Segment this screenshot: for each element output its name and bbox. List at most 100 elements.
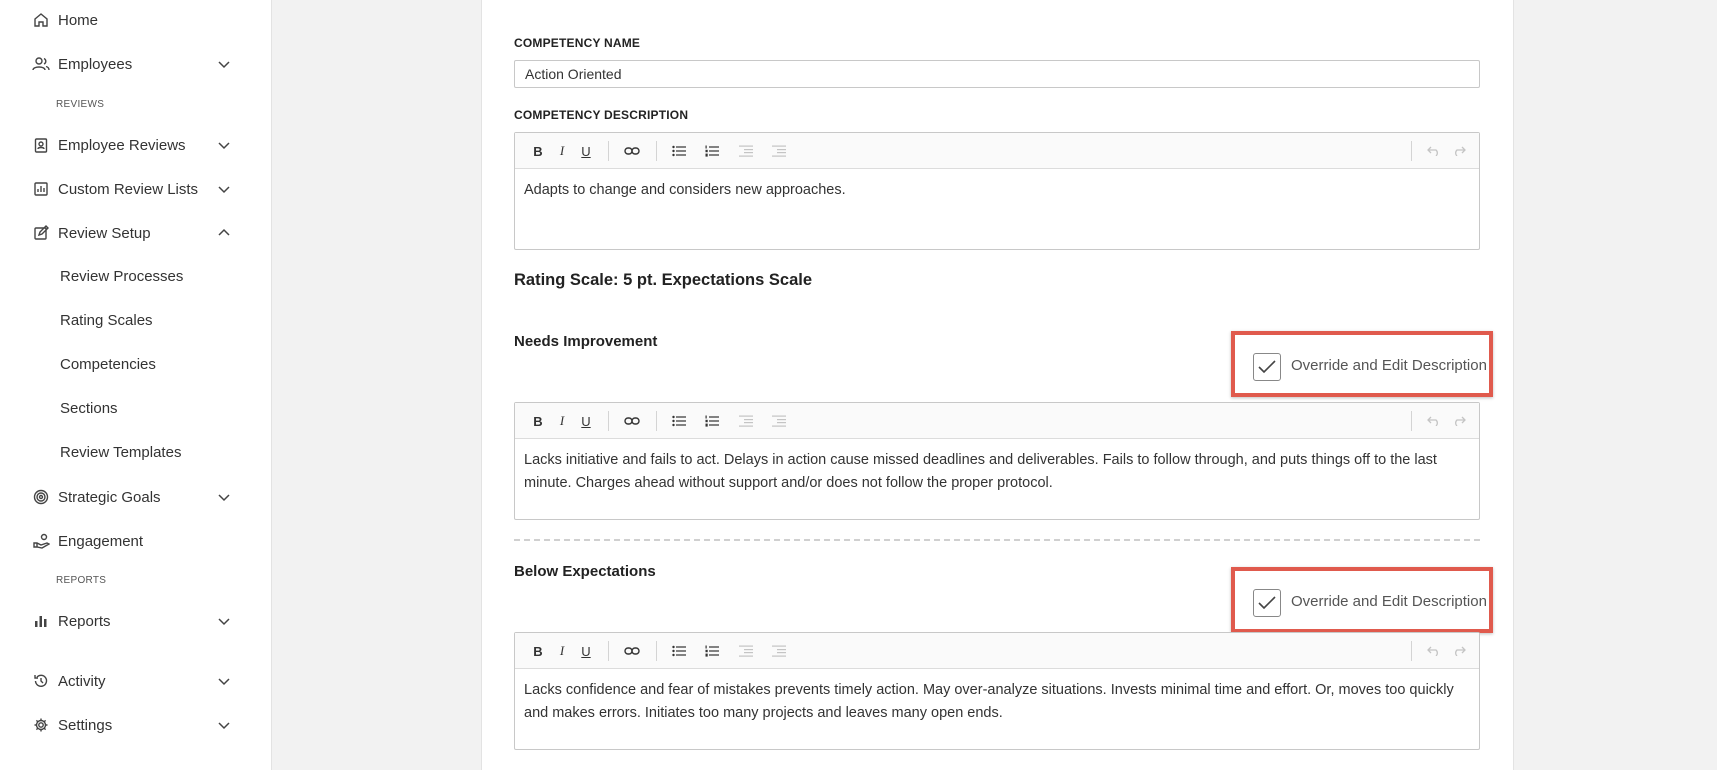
sidebar-item-employee-reviews[interactable]: Employee Reviews — [32, 131, 232, 159]
bullet-list-icon[interactable] — [670, 642, 688, 660]
sidebar-subitem-review-processes[interactable]: Review Processes — [60, 268, 183, 285]
outdent-icon[interactable] — [737, 412, 755, 430]
bold-button[interactable]: B — [529, 412, 547, 430]
sidebar-item-strategic-goals[interactable]: Strategic Goals — [32, 483, 232, 511]
toolbar-divider — [656, 641, 657, 661]
section-label-reviews: REVIEWS — [56, 99, 105, 110]
undo-icon[interactable] — [1425, 412, 1443, 430]
sidebar-item-label: Engagement — [58, 532, 144, 550]
override-checkbox-label[interactable]: Override and Edit Description — [1291, 593, 1487, 610]
indent-icon[interactable] — [770, 642, 788, 660]
chevron-down-icon[interactable] — [216, 489, 232, 505]
toolbar-divider — [1411, 141, 1412, 161]
sidebar-item-label: Strategic Goals — [58, 488, 161, 506]
toolbar-divider — [1411, 411, 1412, 431]
redo-icon[interactable] — [1450, 412, 1468, 430]
sidebar-item-review-setup[interactable]: Review Setup — [32, 219, 232, 247]
chevron-down-icon[interactable] — [216, 613, 232, 629]
editor-toolbar: B I U — [515, 133, 1479, 169]
undo-icon[interactable] — [1425, 142, 1443, 160]
link-icon[interactable] — [623, 412, 641, 430]
sidebar-item-reports[interactable]: Reports — [32, 607, 232, 635]
override-checkbox[interactable] — [1253, 589, 1281, 617]
sidebar-item-label: Activity — [58, 672, 106, 690]
edit-square-icon — [32, 224, 50, 242]
sidebar-item-label: Review Setup — [58, 224, 151, 242]
chevron-down-icon[interactable] — [216, 181, 232, 197]
toolbar-divider — [656, 141, 657, 161]
numbered-list-icon[interactable] — [703, 412, 721, 430]
outdent-icon[interactable] — [737, 142, 755, 160]
toolbar-divider — [608, 641, 609, 661]
underline-button[interactable]: U — [577, 142, 595, 160]
competency-name-input[interactable] — [514, 60, 1480, 88]
bar-chart-icon — [32, 612, 50, 630]
checkmark-icon — [1258, 596, 1276, 610]
redo-icon[interactable] — [1450, 142, 1468, 160]
editor-content[interactable]: Lacks confidence and fear of mistakes pr… — [515, 669, 1479, 735]
history-icon — [32, 672, 50, 690]
bold-button[interactable]: B — [529, 642, 547, 660]
chevron-down-icon[interactable] — [216, 56, 232, 72]
italic-button[interactable]: I — [553, 142, 571, 160]
sidebar-item-label: Custom Review Lists — [58, 180, 199, 198]
toolbar-divider — [608, 141, 609, 161]
checkmark-icon — [1258, 360, 1276, 374]
level-name-below-expectations: Below Expectations — [514, 563, 656, 580]
chevron-down-icon[interactable] — [216, 673, 232, 689]
italic-button[interactable]: I — [553, 412, 571, 430]
override-checkbox-label[interactable]: Override and Edit Description — [1291, 357, 1487, 374]
sidebar-item-engagement[interactable]: Engagement — [32, 527, 232, 555]
sidebar-item-label: Employee Reviews — [58, 136, 186, 154]
editor-toolbar: B I U — [515, 633, 1479, 669]
indent-icon[interactable] — [770, 412, 788, 430]
editor-content[interactable]: Adapts to change and considers new appro… — [515, 169, 1479, 212]
sidebar-subitem-competencies[interactable]: Competencies — [60, 356, 156, 373]
italic-button[interactable]: I — [553, 642, 571, 660]
underline-button[interactable]: U — [577, 642, 595, 660]
sidebar-item-activity[interactable]: Activity — [32, 667, 232, 695]
users-icon — [32, 55, 50, 73]
chevron-down-icon[interactable] — [216, 137, 232, 153]
toolbar-divider — [608, 411, 609, 431]
numbered-list-icon[interactable] — [703, 142, 721, 160]
sidebar-subitem-sections[interactable]: Sections — [60, 400, 118, 417]
bullet-list-icon[interactable] — [670, 412, 688, 430]
toolbar-divider — [1411, 641, 1412, 661]
underline-button[interactable]: U — [577, 412, 595, 430]
competency-description-editor: B I U Adapts to change and considers new… — [514, 132, 1480, 250]
sidebar: Home Employees REVIEWS Employee Reviews … — [0, 0, 272, 770]
competency-name-label: COMPETENCY NAME — [514, 36, 641, 50]
sidebar-item-label: Home — [58, 11, 99, 29]
sidebar-subitem-review-templates[interactable]: Review Templates — [60, 444, 181, 461]
undo-icon[interactable] — [1425, 642, 1443, 660]
section-label-reports: REPORTS — [56, 575, 107, 586]
outdent-icon[interactable] — [737, 642, 755, 660]
competency-form: COMPETENCY NAME COMPETENCY DESCRIPTION B… — [481, 0, 1514, 770]
numbered-list-icon[interactable] — [703, 642, 721, 660]
sidebar-subitem-rating-scales[interactable]: Rating Scales — [60, 312, 153, 329]
indent-icon[interactable] — [770, 142, 788, 160]
sidebar-item-settings[interactable]: Settings — [32, 711, 232, 739]
editor-content[interactable]: Lacks initiative and fails to act. Delay… — [515, 439, 1479, 505]
chevron-up-icon[interactable] — [216, 225, 232, 241]
link-icon[interactable] — [623, 142, 641, 160]
level-divider — [514, 539, 1480, 541]
clipboard-user-icon — [32, 136, 50, 154]
gear-icon — [32, 716, 50, 734]
bullet-list-icon[interactable] — [670, 142, 688, 160]
home-icon — [32, 11, 50, 29]
rating-scale-heading: Rating Scale: 5 pt. Expectations Scale — [514, 271, 813, 289]
level-description-editor: B I U Lacks initiative and fails to act.… — [514, 402, 1480, 520]
chevron-down-icon[interactable] — [216, 717, 232, 733]
link-icon[interactable] — [623, 642, 641, 660]
bold-button[interactable]: B — [529, 142, 547, 160]
sidebar-item-label: Settings — [58, 716, 113, 734]
sidebar-item-label: Reports — [58, 612, 111, 630]
sidebar-item-employees[interactable]: Employees — [32, 50, 232, 78]
editor-toolbar: B I U — [515, 403, 1479, 439]
sidebar-item-custom-review-lists[interactable]: Custom Review Lists — [32, 175, 232, 203]
redo-icon[interactable] — [1450, 642, 1468, 660]
sidebar-item-home[interactable]: Home — [32, 6, 232, 34]
override-checkbox[interactable] — [1253, 353, 1281, 381]
